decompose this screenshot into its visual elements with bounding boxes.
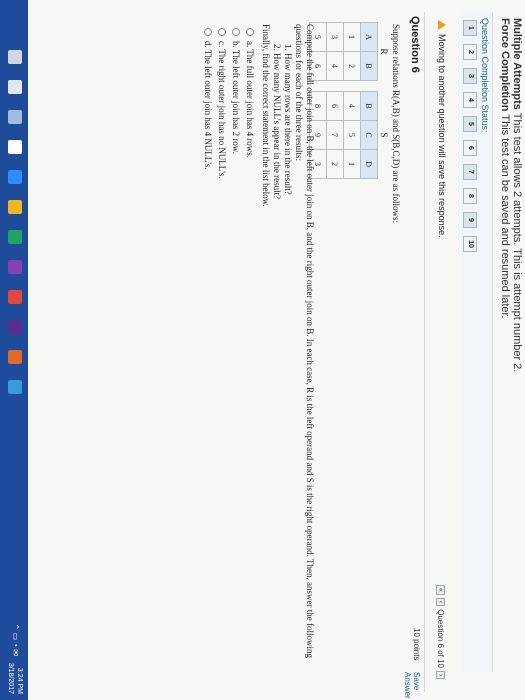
answer-option[interactable]: a. The full outer join has 4 rows. xyxy=(243,28,257,179)
warning-icon xyxy=(438,20,446,30)
answer-option-label: d. The left outer join has 4 NULL's. xyxy=(203,41,213,170)
relation-tables: R AB123456 S BCD451672893 xyxy=(309,22,390,179)
radio-button[interactable] xyxy=(204,28,212,36)
question-completion-status: Question Completion Status: 1 2 3 4 5 6 7 8 9 10 xyxy=(462,12,493,672)
taskbar-app-icon[interactable] xyxy=(8,290,22,304)
save-warning: Moving to another question will save thi… xyxy=(437,20,447,238)
radio-button[interactable] xyxy=(246,28,254,36)
table-row: 34 xyxy=(326,22,344,81)
table-cell: 4 xyxy=(343,91,361,121)
table-cell: 5 xyxy=(343,120,361,150)
answer-options: a. The full outer join has 4 rows. b. The… xyxy=(201,28,257,179)
question-button-7[interactable]: 7 xyxy=(463,164,477,180)
photo-stage: Multiple Attempts This test allows 2 att… xyxy=(0,0,525,700)
status-label[interactable]: Question Completion Status: xyxy=(480,18,490,133)
instructions: Compute the full outer join on B, the le… xyxy=(294,24,315,658)
relation-r: R AB123456 xyxy=(309,22,390,81)
question-button-1[interactable]: 1 xyxy=(463,20,477,36)
test-info: Multiple Attempts This test allows 2 att… xyxy=(499,18,523,372)
relation-s-table: BCD451672893 xyxy=(309,91,378,179)
column-header: D xyxy=(360,149,378,179)
answer-option-label: c. The right outer join has no NULL's. xyxy=(217,41,227,179)
question-button-3[interactable]: 3 xyxy=(463,68,477,84)
answer-option[interactable]: d. The left outer join has 4 NULL's. xyxy=(201,28,215,179)
taskbar-app-icon[interactable] xyxy=(8,200,22,214)
sub-question-1: 1. How many rows are there in the result… xyxy=(283,44,293,195)
attempts-text: This test allows 2 attempts. This is att… xyxy=(511,112,523,373)
attempts-label: Multiple Attempts xyxy=(511,18,523,110)
question-prompt: Suppose relations R(A,B) and S(B,C,D) ar… xyxy=(391,24,401,223)
question-button-4[interactable]: 4 xyxy=(463,92,477,108)
question-body: Compute the full outer join on B, the le… xyxy=(260,24,315,684)
answer-option[interactable]: b. The left outer join has 2 row. xyxy=(229,28,243,179)
taskbar-app-icon[interactable] xyxy=(8,140,22,154)
relation-s-caption: S xyxy=(379,132,389,138)
taskbar-app-icon[interactable] xyxy=(8,170,22,184)
column-header: C xyxy=(360,120,378,150)
prev-question-button[interactable]: ‹ xyxy=(436,597,445,607)
taskbar-app-icon[interactable] xyxy=(8,260,22,274)
taskbar: ⌃ ▭ ◔ ✉ 3:24 PM 3/18/2017 xyxy=(0,0,28,700)
clock-date: 3/18/2017 xyxy=(7,662,14,694)
table-cell: 4 xyxy=(326,51,344,81)
table-row: 12 xyxy=(343,22,361,81)
save-answer-button[interactable]: Save Answer xyxy=(403,672,421,700)
table-header-row: BCD xyxy=(360,91,378,179)
taskbar-app-icon[interactable] xyxy=(8,230,22,244)
question-button-10[interactable]: 10 xyxy=(463,236,477,252)
question-button-8[interactable]: 8 xyxy=(463,188,477,204)
question-pager: « ‹ Question 6 of 10 › xyxy=(436,585,445,680)
save-warning-text: Moving to another question will save thi… xyxy=(437,34,447,238)
divider xyxy=(424,12,425,692)
table-cell: 3 xyxy=(326,22,344,52)
question-points: 10 points xyxy=(412,628,421,661)
radio-button[interactable] xyxy=(232,28,240,36)
sub-question-2: 2. How many NULL's appear in the result? xyxy=(272,44,282,200)
question-button-9[interactable]: 9 xyxy=(463,212,477,228)
clock-time: 3:24 PM xyxy=(16,667,23,694)
table-cell: 2 xyxy=(326,149,344,179)
taskbar-app-icon[interactable] xyxy=(8,350,22,364)
taskbar-app-icon[interactable] xyxy=(8,110,22,124)
taskbar-app-icon[interactable] xyxy=(8,380,22,394)
column-header: A xyxy=(360,22,378,52)
next-question-button[interactable]: › xyxy=(436,670,445,680)
force-completion-text: This test can be saved and resumed later… xyxy=(499,114,511,319)
table-cell: 7 xyxy=(326,120,344,150)
answer-option-label: a. The full outer join has 4 rows. xyxy=(245,41,255,159)
relation-r-caption: R xyxy=(379,48,389,55)
taskbar-app-icon[interactable] xyxy=(8,80,22,94)
column-header: B xyxy=(360,51,378,81)
table-header-row: AB xyxy=(360,22,378,81)
table-cell: 1 xyxy=(343,149,361,179)
tray-icons: ⌃ ▭ ◔ ✉ xyxy=(11,623,20,656)
question-buttons: 1 2 3 4 5 6 7 8 9 10 xyxy=(463,20,477,260)
pager-text: Question 6 of 10 xyxy=(436,609,445,668)
taskbar-app-icon[interactable] xyxy=(8,50,22,64)
answer-option[interactable]: c. The right outer join has no NULL's. xyxy=(215,28,229,179)
relation-r-table: AB123456 xyxy=(309,22,378,81)
table-row: 451 xyxy=(343,91,361,179)
table-row: 672 xyxy=(326,91,344,179)
table-cell: 1 xyxy=(343,22,361,52)
column-header: B xyxy=(360,91,378,121)
force-completion-label: Force Completion xyxy=(499,18,511,112)
taskbar-apps xyxy=(8,50,22,394)
radio-button[interactable] xyxy=(218,28,226,36)
final-instruction: Finally, find the correct statement in t… xyxy=(261,24,271,207)
taskbar-app-icon[interactable] xyxy=(8,320,22,334)
rotated-screen: Multiple Attempts This test allows 2 att… xyxy=(0,0,525,700)
question-title: Question 6 xyxy=(409,16,421,73)
question-button-2[interactable]: 2 xyxy=(463,44,477,60)
relation-s: S BCD451672893 xyxy=(309,91,390,179)
table-cell: 2 xyxy=(343,51,361,81)
table-cell: 6 xyxy=(326,91,344,121)
clock[interactable]: 3:24 PM 3/18/2017 xyxy=(6,663,24,694)
answer-option-label: b. The left outer join has 2 row. xyxy=(231,41,241,154)
question-button-5[interactable]: 5 xyxy=(463,116,477,132)
question-button-6[interactable]: 6 xyxy=(463,140,477,156)
first-question-button[interactable]: « xyxy=(436,585,445,595)
